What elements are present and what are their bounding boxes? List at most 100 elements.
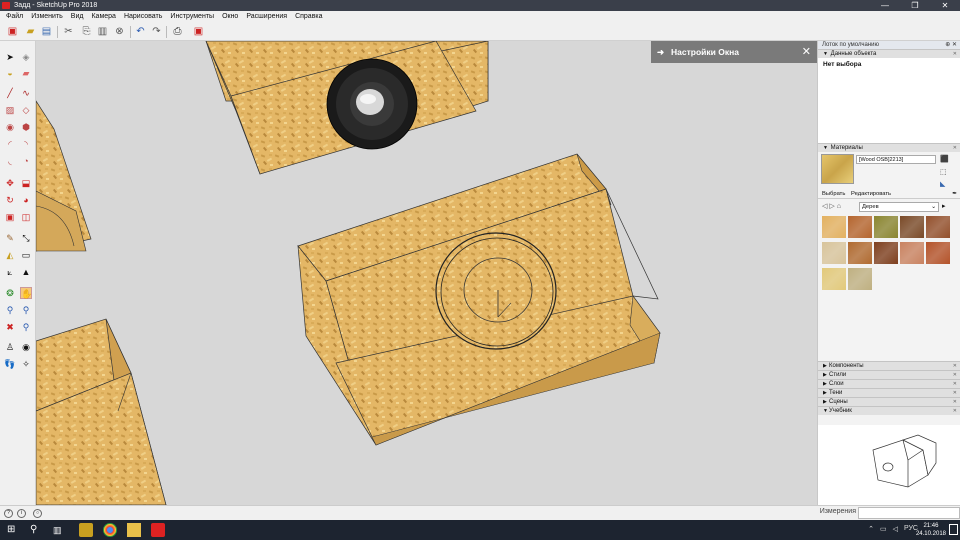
panel-close-icon[interactable]: ✕ xyxy=(953,389,957,397)
text-icon[interactable]: ▭ xyxy=(20,249,32,261)
rotate-icon[interactable]: ↻ xyxy=(4,194,16,206)
task-view-icon[interactable]: ▥ xyxy=(53,523,67,537)
protractor-icon[interactable]: ◭ xyxy=(4,249,16,261)
rotated-rectangle-icon[interactable]: ◇ xyxy=(20,104,32,116)
copy-icon[interactable]: ⎘ xyxy=(80,25,93,38)
material-swatch[interactable] xyxy=(926,216,950,238)
chrome-taskbar-icon[interactable] xyxy=(103,523,117,537)
tab-select[interactable]: Выбрать xyxy=(822,190,845,198)
look-around-icon[interactable]: ◉ xyxy=(20,341,32,353)
tray-pin-icon[interactable]: ⊕ ✕ xyxy=(945,41,957,49)
popup-close-icon[interactable]: ✕ xyxy=(802,41,811,63)
panel-close-icon[interactable]: ✕ xyxy=(953,407,957,415)
file-explorer-icon[interactable] xyxy=(127,523,141,537)
geo-location-icon[interactable]: ? xyxy=(4,509,13,518)
eyedropper-icon[interactable]: ✒ xyxy=(952,190,957,198)
paste-icon[interactable]: ▥ xyxy=(96,25,109,38)
minimize-button[interactable]: — xyxy=(870,0,900,11)
left-speaker-box[interactable] xyxy=(36,100,92,252)
pan-hand-icon[interactable]: ✋ xyxy=(20,287,32,299)
app-taskbar-icon[interactable] xyxy=(79,523,93,537)
clock[interactable]: 21:46 24.10.2018 xyxy=(916,522,946,538)
model-info-icon[interactable]: ▣ xyxy=(192,25,205,38)
scale-icon[interactable]: ▣ xyxy=(4,211,16,223)
section-plane-icon[interactable]: ✧ xyxy=(20,358,32,370)
select-arrow-icon[interactable]: ➤ xyxy=(4,51,16,63)
material-swatch[interactable] xyxy=(822,242,846,264)
panel-close-icon[interactable]: ✕ xyxy=(953,144,957,152)
panel-close-icon[interactable]: ✕ xyxy=(953,371,957,379)
volume-icon[interactable]: ◁ xyxy=(893,525,898,533)
panel-header[interactable]: ▶ Стили ✕ xyxy=(818,370,960,379)
sketchup-taskbar-icon[interactable] xyxy=(151,523,165,537)
zoom-icon[interactable]: ⚲ xyxy=(4,304,16,316)
material-swatch[interactable] xyxy=(848,242,872,264)
material-swatch[interactable] xyxy=(822,268,846,290)
materials-header[interactable]: ▼ Материалы ✕ xyxy=(818,143,960,152)
3d-scene[interactable] xyxy=(36,41,817,505)
line-pencil-icon[interactable]: ╱ xyxy=(4,87,16,99)
details-arrow-icon[interactable]: ▸ xyxy=(942,202,946,210)
measurements-input[interactable] xyxy=(858,507,960,519)
model-viewport[interactable] xyxy=(36,41,817,505)
freehand-icon[interactable]: ∿ xyxy=(20,87,32,99)
undo-icon[interactable]: ↶ xyxy=(134,25,147,38)
material-library-select[interactable]: Дерев ⌄ xyxy=(859,202,939,212)
user-icon[interactable]: ○ xyxy=(33,509,42,518)
3d-text-icon[interactable]: ▲ xyxy=(20,266,32,278)
zoom-extents-icon[interactable]: ✖ xyxy=(4,321,16,333)
credits-icon[interactable]: i xyxy=(17,509,26,518)
back-icon[interactable]: ◁ xyxy=(822,203,827,210)
previous-view-icon[interactable]: ⚲ xyxy=(20,321,32,333)
erase-icon[interactable]: ⊗ xyxy=(113,25,126,38)
menu-help[interactable]: Справка xyxy=(291,11,326,22)
save-icon[interactable]: ▤ xyxy=(40,25,53,38)
cut-icon[interactable]: ✂ xyxy=(62,25,75,38)
create-material-icon[interactable]: ⬛ xyxy=(940,155,949,163)
zoom-window-icon[interactable]: ⚲ xyxy=(20,304,32,316)
network-icon[interactable]: ▭ xyxy=(880,525,887,533)
tab-edit[interactable]: Редактировать xyxy=(851,190,891,198)
two-point-arc-icon[interactable]: ◝ xyxy=(20,138,32,150)
tape-measure-icon[interactable]: ✎ xyxy=(4,232,16,244)
circle-icon[interactable]: ◉ xyxy=(4,121,16,133)
lower-left-speaker-box[interactable] xyxy=(36,318,167,505)
chevron-up-icon[interactable]: ⌃ xyxy=(868,525,874,533)
default-material-icon[interactable]: ◣ xyxy=(940,180,945,188)
windows-start-icon[interactable]: ⊞ xyxy=(7,523,21,537)
walk-icon[interactable]: 👣 xyxy=(4,358,16,370)
dimension-icon[interactable]: ⤡ xyxy=(20,232,32,244)
window-settings-popup[interactable]: ➜ Настройки Окна ✕ xyxy=(651,41,817,63)
sample-paint-icon[interactable]: ⬚ xyxy=(940,168,947,176)
panel-close-icon[interactable]: ✕ xyxy=(953,50,957,58)
forward-icon[interactable]: ▷ xyxy=(829,203,834,210)
polygon-icon[interactable]: ⬢ xyxy=(20,121,32,133)
new-file-icon[interactable]: ▣ xyxy=(6,25,19,38)
material-swatch[interactable] xyxy=(874,216,898,238)
search-icon[interactable]: ⚲ xyxy=(30,523,44,537)
maximize-button[interactable]: ❐ xyxy=(900,0,930,11)
entity-info-header[interactable]: ▼ Данные объекта ✕ xyxy=(818,49,960,58)
panel-header[interactable]: ▶ Компоненты ✕ xyxy=(818,361,960,370)
offset-icon[interactable]: ◫ xyxy=(20,211,32,223)
material-swatch[interactable] xyxy=(900,242,924,264)
menu-tools[interactable]: Инструменты xyxy=(166,11,218,22)
upper-speaker-box[interactable] xyxy=(205,41,489,175)
panel-header[interactable]: ▶ Слои ✕ xyxy=(818,379,960,388)
eraser-icon[interactable]: ▰ xyxy=(20,67,32,79)
home-icon[interactable]: ⌂ xyxy=(837,203,841,210)
menu-window[interactable]: Окно xyxy=(218,11,242,22)
pie-icon[interactable]: ◔ xyxy=(20,155,32,167)
open-folder-icon[interactable]: ▰ xyxy=(24,25,37,38)
menu-draw[interactable]: Нарисовать xyxy=(120,11,166,22)
arc-icon[interactable]: ◜ xyxy=(4,138,16,150)
menu-extensions[interactable]: Расширения xyxy=(242,11,291,22)
material-swatch[interactable] xyxy=(848,216,872,238)
push-pull-icon[interactable]: ⬓ xyxy=(20,177,32,189)
rectangle-icon[interactable]: ▨ xyxy=(4,104,16,116)
paint-bucket-icon[interactable]: ◒ xyxy=(4,67,16,79)
main-subwoofer-box[interactable] xyxy=(297,153,661,446)
panel-header[interactable]: ▶ Сцены ✕ xyxy=(818,397,960,406)
follow-me-icon[interactable]: ◕ xyxy=(20,194,32,206)
panel-close-icon[interactable]: ✕ xyxy=(953,398,957,406)
